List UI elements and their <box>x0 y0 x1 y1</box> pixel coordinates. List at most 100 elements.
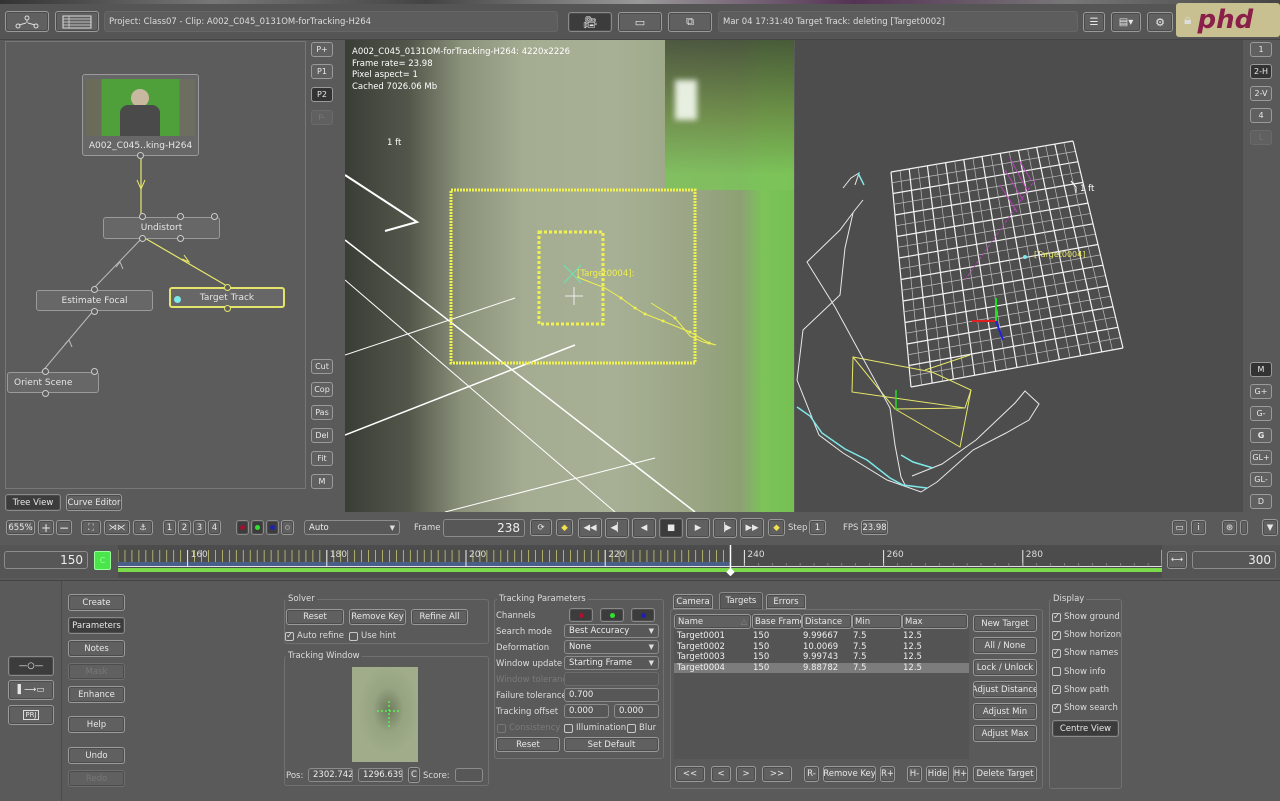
node-orient-scene[interactable]: Orient Scene <box>7 372 99 393</box>
first-frame-button[interactable]: << <box>675 766 705 782</box>
safe-frame-button[interactable]: ▭ <box>1172 520 1187 535</box>
layout-num-2[interactable]: 2 <box>178 520 191 535</box>
paste-button[interactable]: Pas <box>311 405 333 420</box>
page-1-button[interactable]: P1 <box>311 64 333 79</box>
targets-remove-key-button[interactable]: Remove Key <box>823 766 876 782</box>
adjust-max-button[interactable]: Adjust Max <box>973 725 1037 742</box>
layout-num-4[interactable]: 4 <box>208 520 221 535</box>
offset-x-field[interactable]: 0.000 <box>564 704 609 718</box>
image-viewer[interactable]: [Target0004]: A002_C045_0131OM-forTracki… <box>345 40 794 512</box>
play-back-button[interactable]: ◀ <box>632 518 656 538</box>
show-horizon-checkbox[interactable]: ✓ Show horizon <box>1052 630 1121 640</box>
layout-4-button[interactable]: 4 <box>1250 108 1272 123</box>
layout-1-button[interactable]: 1 <box>1250 42 1272 57</box>
pos-y-field[interactable]: 1296.639 <box>358 768 403 782</box>
3d-object-button[interactable]: ⊛ <box>1222 520 1237 535</box>
log-button[interactable]: ☰ <box>1083 12 1105 32</box>
solver-remove-key-button[interactable]: Remove Key <box>349 609 406 625</box>
consistency-checkbox[interactable]: Consistency <box>497 723 560 733</box>
channel-red[interactable] <box>236 520 249 535</box>
r-minus-button[interactable]: R- <box>804 766 819 782</box>
copy-button[interactable]: Cop <box>311 382 333 397</box>
solver-reset-button[interactable]: Reset <box>286 609 344 625</box>
fast-forward-button[interactable]: ▶▶ <box>740 518 764 538</box>
column-distance[interactable]: Distance <box>802 614 852 629</box>
prev-frame-button[interactable]: < <box>711 766 731 782</box>
illumination-checkbox[interactable]: Illumination <box>564 723 626 733</box>
zoom-out-button[interactable]: − <box>56 520 72 535</box>
h-plus-button[interactable]: H+ <box>953 766 968 782</box>
loop-button[interactable]: ⟳ <box>530 519 552 536</box>
zoom-level[interactable]: 655% <box>6 520 35 535</box>
auto-refine-checkbox[interactable]: ✓ Auto refine <box>285 631 344 641</box>
rewind-button[interactable]: ◀◀ <box>578 518 602 538</box>
tab-targets[interactable]: Targets <box>719 592 763 609</box>
track-channel-blue[interactable] <box>631 608 655 622</box>
window-update-select[interactable]: Starting Frame ▼ <box>564 656 659 670</box>
hide-button[interactable]: Hide <box>926 766 949 782</box>
refine-all-button[interactable]: Refine All <box>411 609 468 625</box>
show-path-checkbox[interactable]: ✓ Show path <box>1052 685 1109 695</box>
layout-num-3[interactable]: 3 <box>193 520 206 535</box>
zoom-in-button[interactable]: + <box>38 520 54 535</box>
track-channel-red[interactable] <box>569 608 593 622</box>
grid-plus-button[interactable]: G+ <box>1250 384 1272 399</box>
step-back-button[interactable]: ◀▏ <box>605 518 629 538</box>
new-target-button[interactable]: New Target <box>973 615 1037 632</box>
list-menu-button[interactable]: ▤▾ <box>1111 12 1141 32</box>
settings-button[interactable]: ⚙ <box>1147 12 1173 32</box>
flip-button[interactable]: ⋊⋉ <box>104 520 130 535</box>
table-row[interactable]: Target0001 150 9.99667 7.5 12.5 <box>674 631 969 642</box>
track-channel-green[interactable] <box>600 608 624 622</box>
play-button[interactable]: ▶ <box>686 518 710 538</box>
clip-list-button[interactable] <box>55 11 99 32</box>
next-frame-button[interactable]: > <box>736 766 756 782</box>
export-button[interactable]: ⧉ <box>668 12 712 32</box>
column-min[interactable]: Min <box>852 614 902 629</box>
layout-2v-button[interactable]: 2-V <box>1250 86 1272 101</box>
grid-toggle-button[interactable]: G <box>1250 428 1272 443</box>
fit-button[interactable]: Fit <box>311 451 333 466</box>
channel-alpha[interactable] <box>281 520 294 535</box>
adjust-min-button[interactable]: Adjust Min <box>973 703 1037 720</box>
object-options-button[interactable] <box>1240 520 1248 535</box>
delete-target-button[interactable]: Delete Target <box>973 766 1037 782</box>
redo-button[interactable]: Redo <box>68 770 125 787</box>
search-mode-select[interactable]: Best Accuracy ▼ <box>564 624 659 638</box>
page-2-button[interactable]: P2 <box>311 87 333 102</box>
show-search-checkbox[interactable]: ✓ Show search <box>1052 703 1118 713</box>
tab-errors[interactable]: Errors <box>766 594 806 609</box>
prev-key-button[interactable]: ◆ <box>556 519 573 536</box>
blur-checkbox[interactable]: Blur <box>627 723 656 733</box>
stop-button[interactable]: ■ <box>659 518 683 538</box>
timeline-track[interactable]: 160180200220240260280300 <box>117 545 1182 578</box>
3d-viewer[interactable]: 1 ft [Target0004] <box>795 40 1243 512</box>
tab-camera[interactable]: Camera <box>673 594 713 609</box>
step-input[interactable]: 1 <box>809 520 826 535</box>
page-remove-button[interactable]: P- <box>311 110 333 125</box>
node-clip[interactable]: A002_C045..king-H264 <box>82 74 199 156</box>
lock-unlock-button[interactable]: Lock / Unlock <box>973 659 1037 676</box>
adjust-distance-button[interactable]: Adjust Distance <box>973 681 1037 698</box>
failure-tolerance-field[interactable]: 0.700 <box>564 688 659 702</box>
centre-pos-button[interactable]: C <box>408 767 420 783</box>
set-default-button[interactable]: Set Default <box>564 737 659 752</box>
layout-l-button[interactable]: L <box>1250 130 1272 145</box>
tracking-window-preview[interactable] <box>352 667 418 762</box>
offset-y-field[interactable]: 0.000 <box>614 704 659 718</box>
all-none-button[interactable]: All / None <box>973 637 1037 654</box>
menu-button[interactable]: M <box>311 474 333 489</box>
column-name[interactable]: Name △ <box>674 614 751 629</box>
channel-blue[interactable] <box>266 520 279 535</box>
grid-minus-button[interactable]: G- <box>1250 406 1272 421</box>
layout-2h-button[interactable]: 2-H <box>1250 64 1272 79</box>
centre-view-button[interactable]: Centre View <box>1052 720 1119 737</box>
node-undistort[interactable]: Undistort <box>103 217 220 239</box>
parameters-button[interactable]: Parameters <box>68 617 125 634</box>
mode-m-button[interactable]: M <box>1250 362 1272 377</box>
enhance-button[interactable]: Enhance <box>68 686 125 703</box>
grid-lines-minus-button[interactable]: GL- <box>1250 472 1272 487</box>
column-max[interactable]: Max <box>902 614 968 629</box>
import-clip-button[interactable]: ▌⟶▭ <box>8 680 54 700</box>
mode-slider-button[interactable]: —○— <box>8 656 54 676</box>
